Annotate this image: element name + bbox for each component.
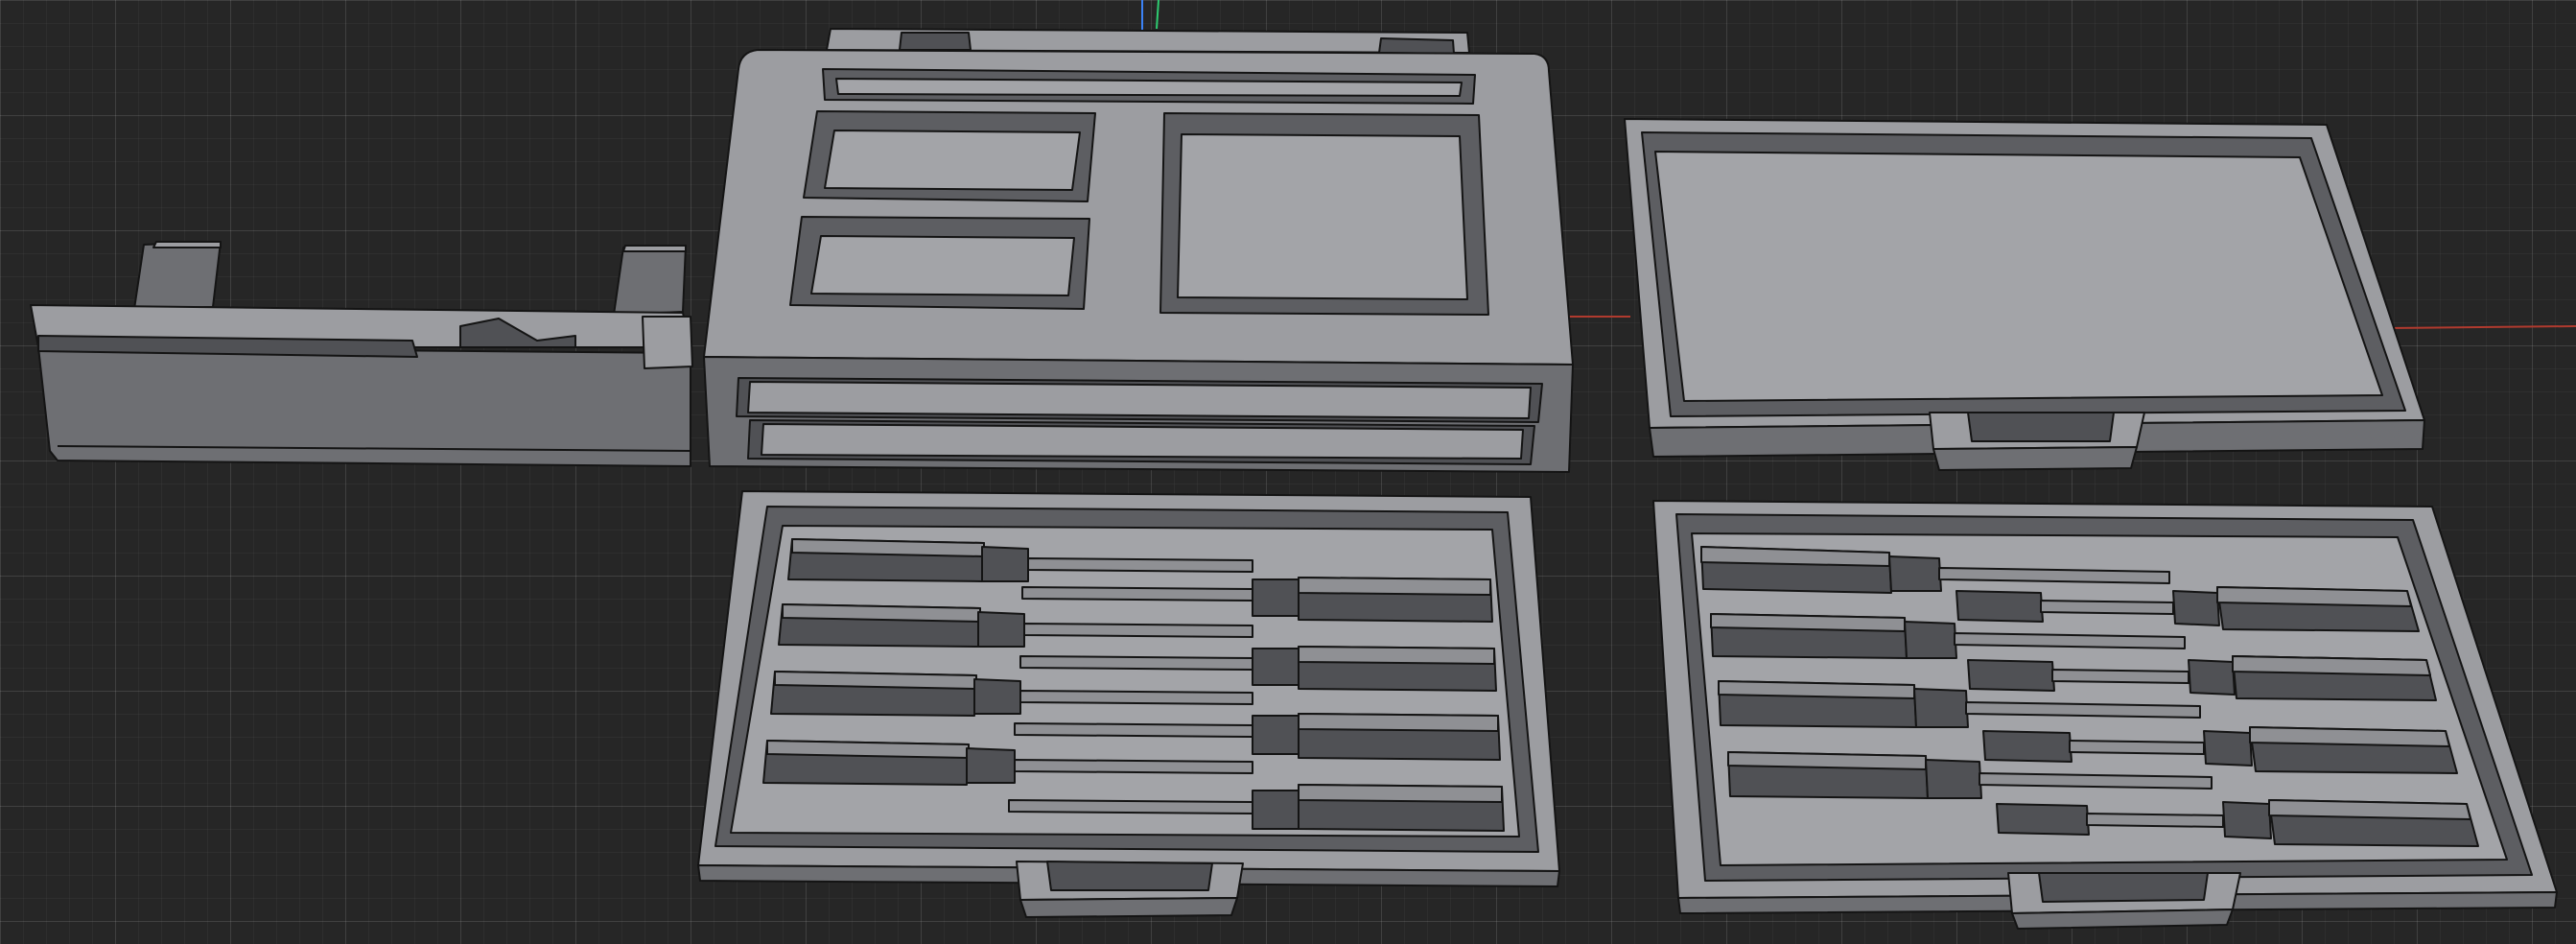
x-axis-line-right bbox=[2387, 325, 2576, 329]
empty-tray-lid[interactable] bbox=[1624, 118, 2425, 471]
screwdriver-tray-a[interactable] bbox=[697, 490, 1560, 918]
side-latch-part[interactable] bbox=[30, 241, 693, 467]
3d-viewport[interactable] bbox=[0, 0, 2576, 944]
y-axis-line bbox=[1156, 0, 1159, 30]
main-box-with-drawers[interactable] bbox=[703, 28, 1574, 473]
screwdriver-tray-b[interactable] bbox=[1652, 500, 2558, 930]
model-canvas[interactable] bbox=[0, 0, 2576, 944]
